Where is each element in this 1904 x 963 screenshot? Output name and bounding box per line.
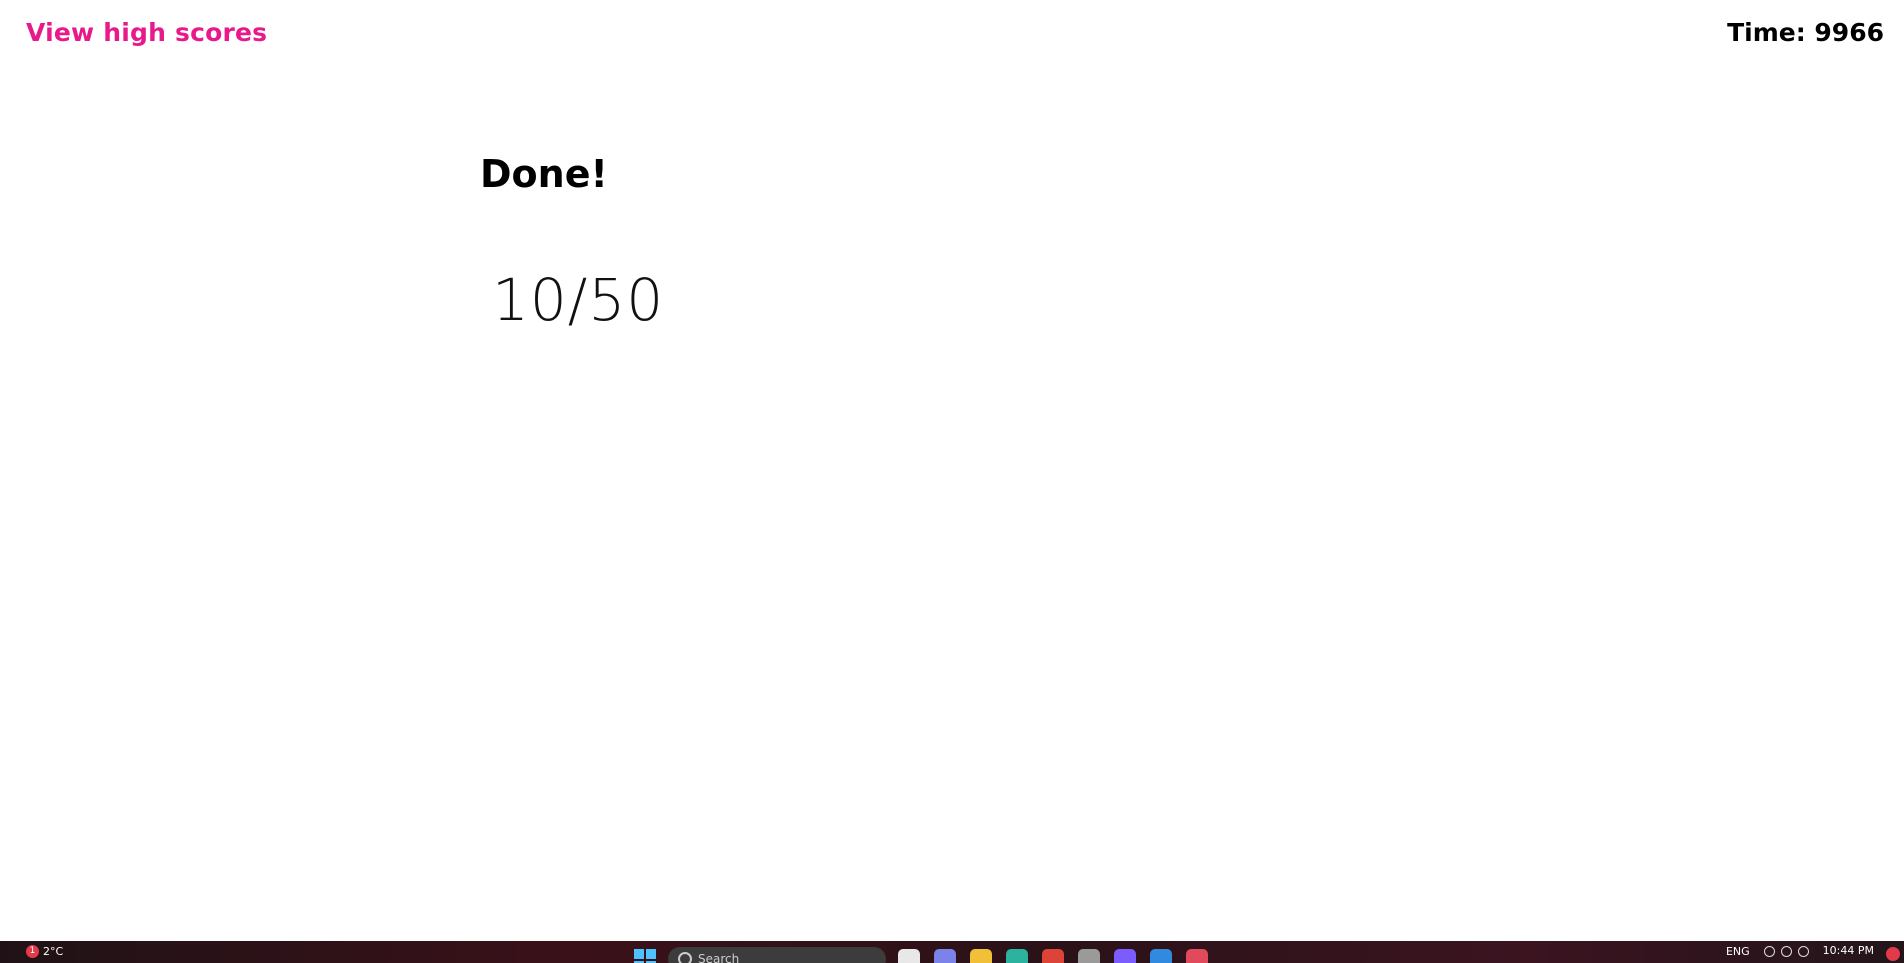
- done-title: Done!: [480, 152, 608, 196]
- clock[interactable]: 10:44 PM: [1823, 944, 1874, 957]
- folder-icon[interactable]: [970, 949, 992, 963]
- volume-icon: [1780, 946, 1792, 957]
- notification-icon[interactable]: [1886, 947, 1900, 961]
- taskbar-search-placeholder: Search: [698, 952, 740, 963]
- chat-icon[interactable]: [934, 949, 956, 963]
- system-icons[interactable]: [1763, 946, 1809, 957]
- view-high-scores-link[interactable]: View high scores: [26, 18, 267, 47]
- wifi-icon: [1763, 946, 1775, 957]
- settings-icon[interactable]: [1078, 949, 1100, 963]
- system-tray: ENG 10:44 PM: [1726, 944, 1904, 958]
- windows-logo-icon-part: [646, 949, 656, 959]
- timer-display: Time: 9966: [1727, 18, 1884, 47]
- calendar-icon[interactable]: [1186, 949, 1208, 963]
- weather-widget[interactable]: 1 2°C: [26, 945, 63, 958]
- file-icon[interactable]: [898, 949, 920, 963]
- final-score: 10/50: [492, 266, 665, 334]
- search-icon: [678, 952, 692, 963]
- taskbar-center: Search: [634, 943, 1208, 963]
- weather-badge: 1: [26, 945, 39, 958]
- vscode-icon[interactable]: [1150, 949, 1172, 963]
- quiz-page: View high scores Time: 9966 Done! 10/50 …: [0, 0, 1904, 963]
- chrome-icon[interactable]: [1042, 949, 1064, 963]
- messenger-icon[interactable]: [1114, 949, 1136, 963]
- taskbar-apps: [898, 943, 1208, 963]
- start-button[interactable]: [634, 949, 656, 963]
- battery-icon: [1797, 946, 1809, 957]
- language-indicator[interactable]: ENG: [1726, 945, 1750, 958]
- windows-taskbar: 1 2°C Search ENG 10:44 PM: [0, 941, 1904, 963]
- weather-temperature: 2°C: [43, 945, 64, 958]
- windows-logo-icon: [634, 949, 644, 959]
- edge-icon[interactable]: [1006, 949, 1028, 963]
- taskbar-search[interactable]: Search: [668, 947, 886, 963]
